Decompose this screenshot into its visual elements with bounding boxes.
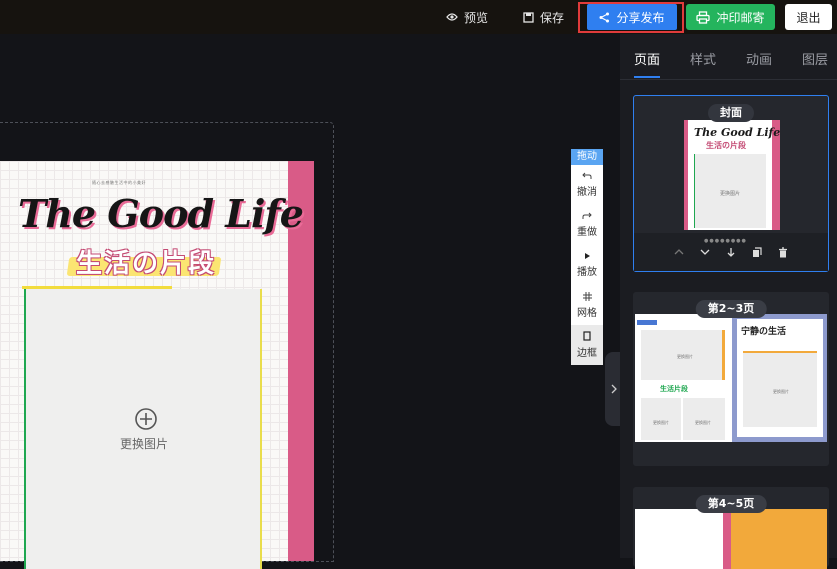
thumb-subtitle: 生活の片段	[706, 141, 746, 150]
left-photo-1: 更换图片	[641, 330, 725, 380]
cover-page[interactable]: 随心去感触生活中的小美好 The Good Life 生活の片段 更换图片	[0, 161, 314, 569]
redo-button[interactable]: 重做	[571, 205, 603, 245]
save-icon	[523, 11, 534, 23]
page-tagline: 随心去感触生活中的小美好	[92, 180, 146, 185]
undo-icon	[582, 172, 592, 179]
copy-icon[interactable]	[752, 246, 762, 258]
drag-handle[interactable]: 拖动	[571, 149, 603, 165]
tab-style[interactable]: 样式	[690, 49, 716, 68]
panel-tabs: 页面 样式 动画 图层	[620, 34, 837, 80]
active-tab-indicator	[634, 76, 660, 78]
spread-thumbnail: 更换图片 生活片段 更换图片 更换图片 宁静の生活 更换图片	[635, 314, 827, 442]
left-caption: 生活片段	[660, 385, 688, 393]
chevron-right-icon	[611, 384, 617, 394]
spread-left-page: 更换图片 生活片段 更换图片 更换图片	[635, 314, 732, 442]
right-photo: 更换图片	[743, 351, 817, 427]
share-highlight-frame	[578, 2, 684, 33]
play-icon	[585, 253, 590, 259]
border-label: 边框	[577, 348, 597, 359]
thumb-dots: ●●●●●●●●	[704, 238, 747, 244]
left-photo-1-label: 更换图片	[677, 354, 693, 359]
left-photo-3: 更换图片	[683, 398, 725, 440]
undo-label: 撤消	[577, 187, 597, 198]
page-title[interactable]: The Good Life	[18, 191, 304, 236]
card-actions: ●●●●●●●●	[634, 233, 828, 271]
left-photo-2: 更换图片	[641, 398, 681, 440]
thumb-title: The Good Life	[694, 126, 781, 139]
save-button[interactable]: 保存	[523, 4, 564, 30]
play-label: 播放	[577, 267, 597, 278]
left-photo-3-label: 更换图片	[695, 420, 711, 425]
cover-thumbnail: The Good Life 生活の片段 更换图片	[684, 120, 780, 230]
printer-icon	[696, 10, 711, 24]
card-label: 第4~5页	[695, 495, 767, 513]
pink-block	[723, 509, 731, 569]
preview-button[interactable]: 预览	[446, 4, 488, 30]
right-photo-label: 更换图片	[773, 389, 789, 394]
photo-placeholder[interactable]: 更换图片	[22, 286, 262, 569]
redo-icon	[582, 212, 592, 219]
tab-animation[interactable]: 动画	[746, 49, 772, 68]
border-button[interactable]: 边框	[571, 325, 603, 365]
top-toolbar: 预览 保存 分享发布 冲印邮寄 退出	[0, 0, 837, 34]
page-card-4-5[interactable]: 第4~5页	[633, 487, 829, 569]
trash-icon[interactable]	[778, 246, 788, 258]
eye-icon	[446, 13, 458, 21]
print-mail-button[interactable]: 冲印邮寄	[686, 4, 775, 30]
border-icon	[583, 331, 591, 341]
undo-button[interactable]: 撤消	[571, 165, 603, 205]
add-circle-icon	[135, 408, 157, 430]
card-label: 封面	[708, 104, 754, 122]
replace-image-label: 更换图片	[120, 437, 169, 451]
grid-label: 网格	[577, 307, 597, 319]
thumb-replace-label: 更换图片	[720, 191, 741, 197]
save-label: 保存	[540, 10, 565, 25]
grid-icon	[582, 291, 592, 301]
left-page-header	[637, 320, 657, 325]
exit-label: 退出	[796, 10, 821, 25]
page-subtitle[interactable]: 生活の片段	[76, 243, 216, 280]
move-down-icon[interactable]	[700, 247, 710, 257]
card-label: 第2~3页	[695, 300, 767, 318]
arrow-down-icon[interactable]	[726, 247, 736, 257]
move-up-icon[interactable]	[674, 247, 684, 257]
floating-toolbar: 拖动 撤消 重做 播放 网格 边框	[571, 149, 603, 365]
right-page-title: 宁静の生活	[741, 327, 787, 337]
thumb-pink-left	[684, 120, 688, 230]
play-button[interactable]: 播放	[571, 245, 603, 285]
spread-right-page: 宁静の生活 更换图片	[737, 319, 823, 437]
exit-button[interactable]: 退出	[785, 4, 832, 30]
page-card-2-3[interactable]: 更换图片 生活片段 更换图片 更换图片 宁静の生活 更换图片 第2~3页	[633, 292, 829, 466]
redo-label: 重做	[577, 227, 597, 238]
orange-block	[731, 509, 827, 569]
thumb-photo: 更换图片	[694, 154, 766, 228]
page-card-cover[interactable]: The Good Life 生活の片段 更换图片 封面 ●●●●●●●●	[633, 95, 829, 272]
left-photo-2-label: 更换图片	[653, 420, 669, 425]
spread-thumbnail-4-5	[635, 509, 827, 569]
grid-button[interactable]: 网格	[571, 285, 603, 325]
tab-pages[interactable]: 页面	[634, 49, 660, 68]
preview-label: 预览	[464, 10, 489, 25]
photo-accent-line	[22, 286, 172, 289]
print-label: 冲印邮寄	[716, 10, 765, 25]
tab-layers[interactable]: 图层	[802, 49, 828, 68]
